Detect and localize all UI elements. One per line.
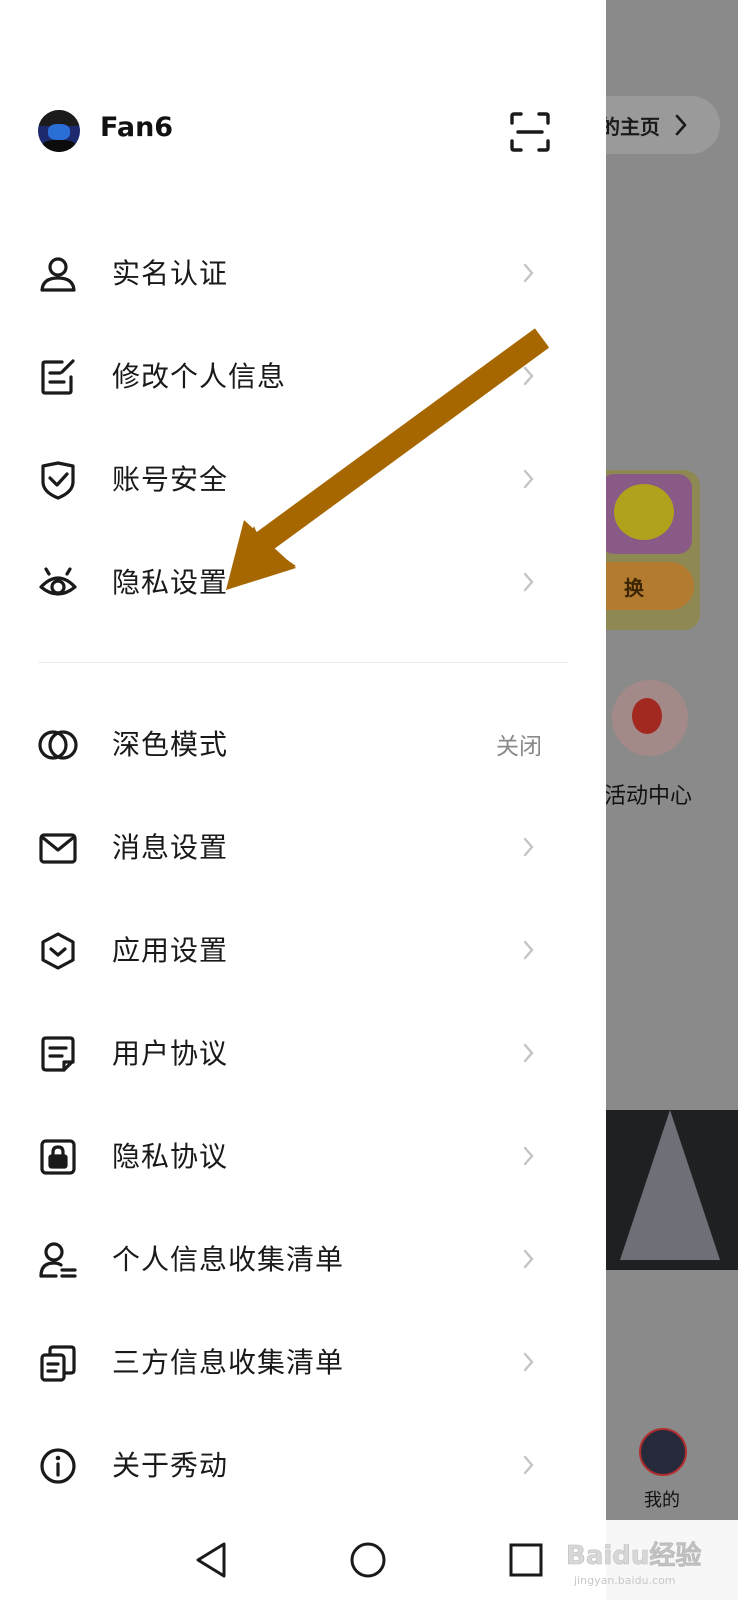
menu-item-label: 隐私协议 [112,1140,229,1173]
home-circle-icon[interactable] [346,1538,390,1582]
hexagon-icon [41,932,75,970]
tab-avatar [639,1428,687,1476]
dark-mode-icon [38,730,78,760]
menu-item-message-settings[interactable]: 消息设置 [38,808,568,888]
lock-icon [40,1139,76,1175]
menu-item-label: 个人信息收集清单 [112,1243,345,1276]
chevron-right-icon [523,1455,534,1475]
promo-card-image [600,474,692,554]
chevron-right-icon [523,263,534,283]
menu-item-dark-mode[interactable]: 深色模式 关闭 [38,705,568,785]
menu-item-real-name[interactable]: 实名认证 [38,234,568,314]
mail-icon [39,833,77,864]
chevron-right-icon [523,366,534,386]
chevron-right-icon [523,1146,534,1166]
info-icon [40,1448,76,1484]
menu-item-third-party-info-list[interactable]: 三方信息收集清单 [38,1323,568,1403]
menu-item-label: 隐私设置 [112,566,229,599]
tab-mine-label: 我的 [644,1490,680,1511]
menu-item-account-security[interactable]: 账号安全 [38,440,568,520]
menu-item-privacy-settings[interactable]: 隐私设置 [38,543,568,623]
shield-check-icon [41,461,75,500]
menu-item-personal-info-list[interactable]: 个人信息收集清单 [38,1220,568,1300]
chevron-right-icon [523,469,534,489]
balloon-icon [632,698,662,734]
username: Fan6 [100,112,174,143]
copy-icon [40,1345,76,1382]
menu-item-label: 修改个人信息 [112,360,287,393]
avatar[interactable] [38,110,80,152]
menu-divider [38,662,568,663]
menu-item-label: 应用设置 [112,934,229,967]
watermark-subtext: jingyan.baidu.com [573,1574,676,1587]
system-nav-bar [0,1520,606,1600]
menu-item-user-agreement[interactable]: 用户协议 [38,1014,568,1094]
menu-item-app-settings[interactable]: 应用设置 [38,911,568,991]
eye-icon [39,567,77,596]
edit-icon [41,359,75,395]
chevron-right-icon [523,1249,534,1269]
menu-item-label: 用户协议 [112,1037,229,1070]
activity-center-label: 活动中心 [604,784,693,809]
menu-item-about[interactable]: 关于秀动 [38,1426,568,1506]
profile-header[interactable]: Fan6 [38,106,558,164]
menu-item-label: 实名认证 [112,257,229,290]
menu-item-label: 关于秀动 [112,1449,229,1482]
chevron-right-icon [523,1352,534,1372]
chevron-right-icon [523,837,534,857]
home-link-label: 的主页 [600,114,660,139]
chevron-right-icon [523,572,534,592]
baidu-watermark: Baidu经验 jingyan.baidu.com [566,1540,702,1587]
chevron-right-icon [675,114,687,136]
chevron-right-icon [523,1043,534,1063]
menu-item-label: 消息设置 [112,831,229,864]
scan-icon[interactable] [508,110,552,154]
person-icon [40,257,76,292]
document-icon [41,1036,75,1072]
dark-mode-value: 关闭 [496,734,542,760]
person-list-icon [39,1242,77,1278]
menu-item-edit-profile[interactable]: 修改个人信息 [38,337,568,417]
menu-item-privacy-agreement[interactable]: 隐私协议 [38,1117,568,1197]
watermark-text: Baidu经验 [566,1540,701,1571]
menu-item-label: 深色模式 [112,728,229,761]
chevron-right-icon [523,940,534,960]
menu-item-label: 三方信息收集清单 [112,1346,345,1379]
recents-square-icon[interactable] [504,1538,548,1582]
menu-item-label: 账号安全 [112,463,229,496]
back-triangle-icon[interactable] [190,1538,234,1582]
side-drawer: Fan6 实名认证 修改个人信息 账号安全 隐私设置 深色模式 关闭 消息设置 … [0,0,606,1520]
